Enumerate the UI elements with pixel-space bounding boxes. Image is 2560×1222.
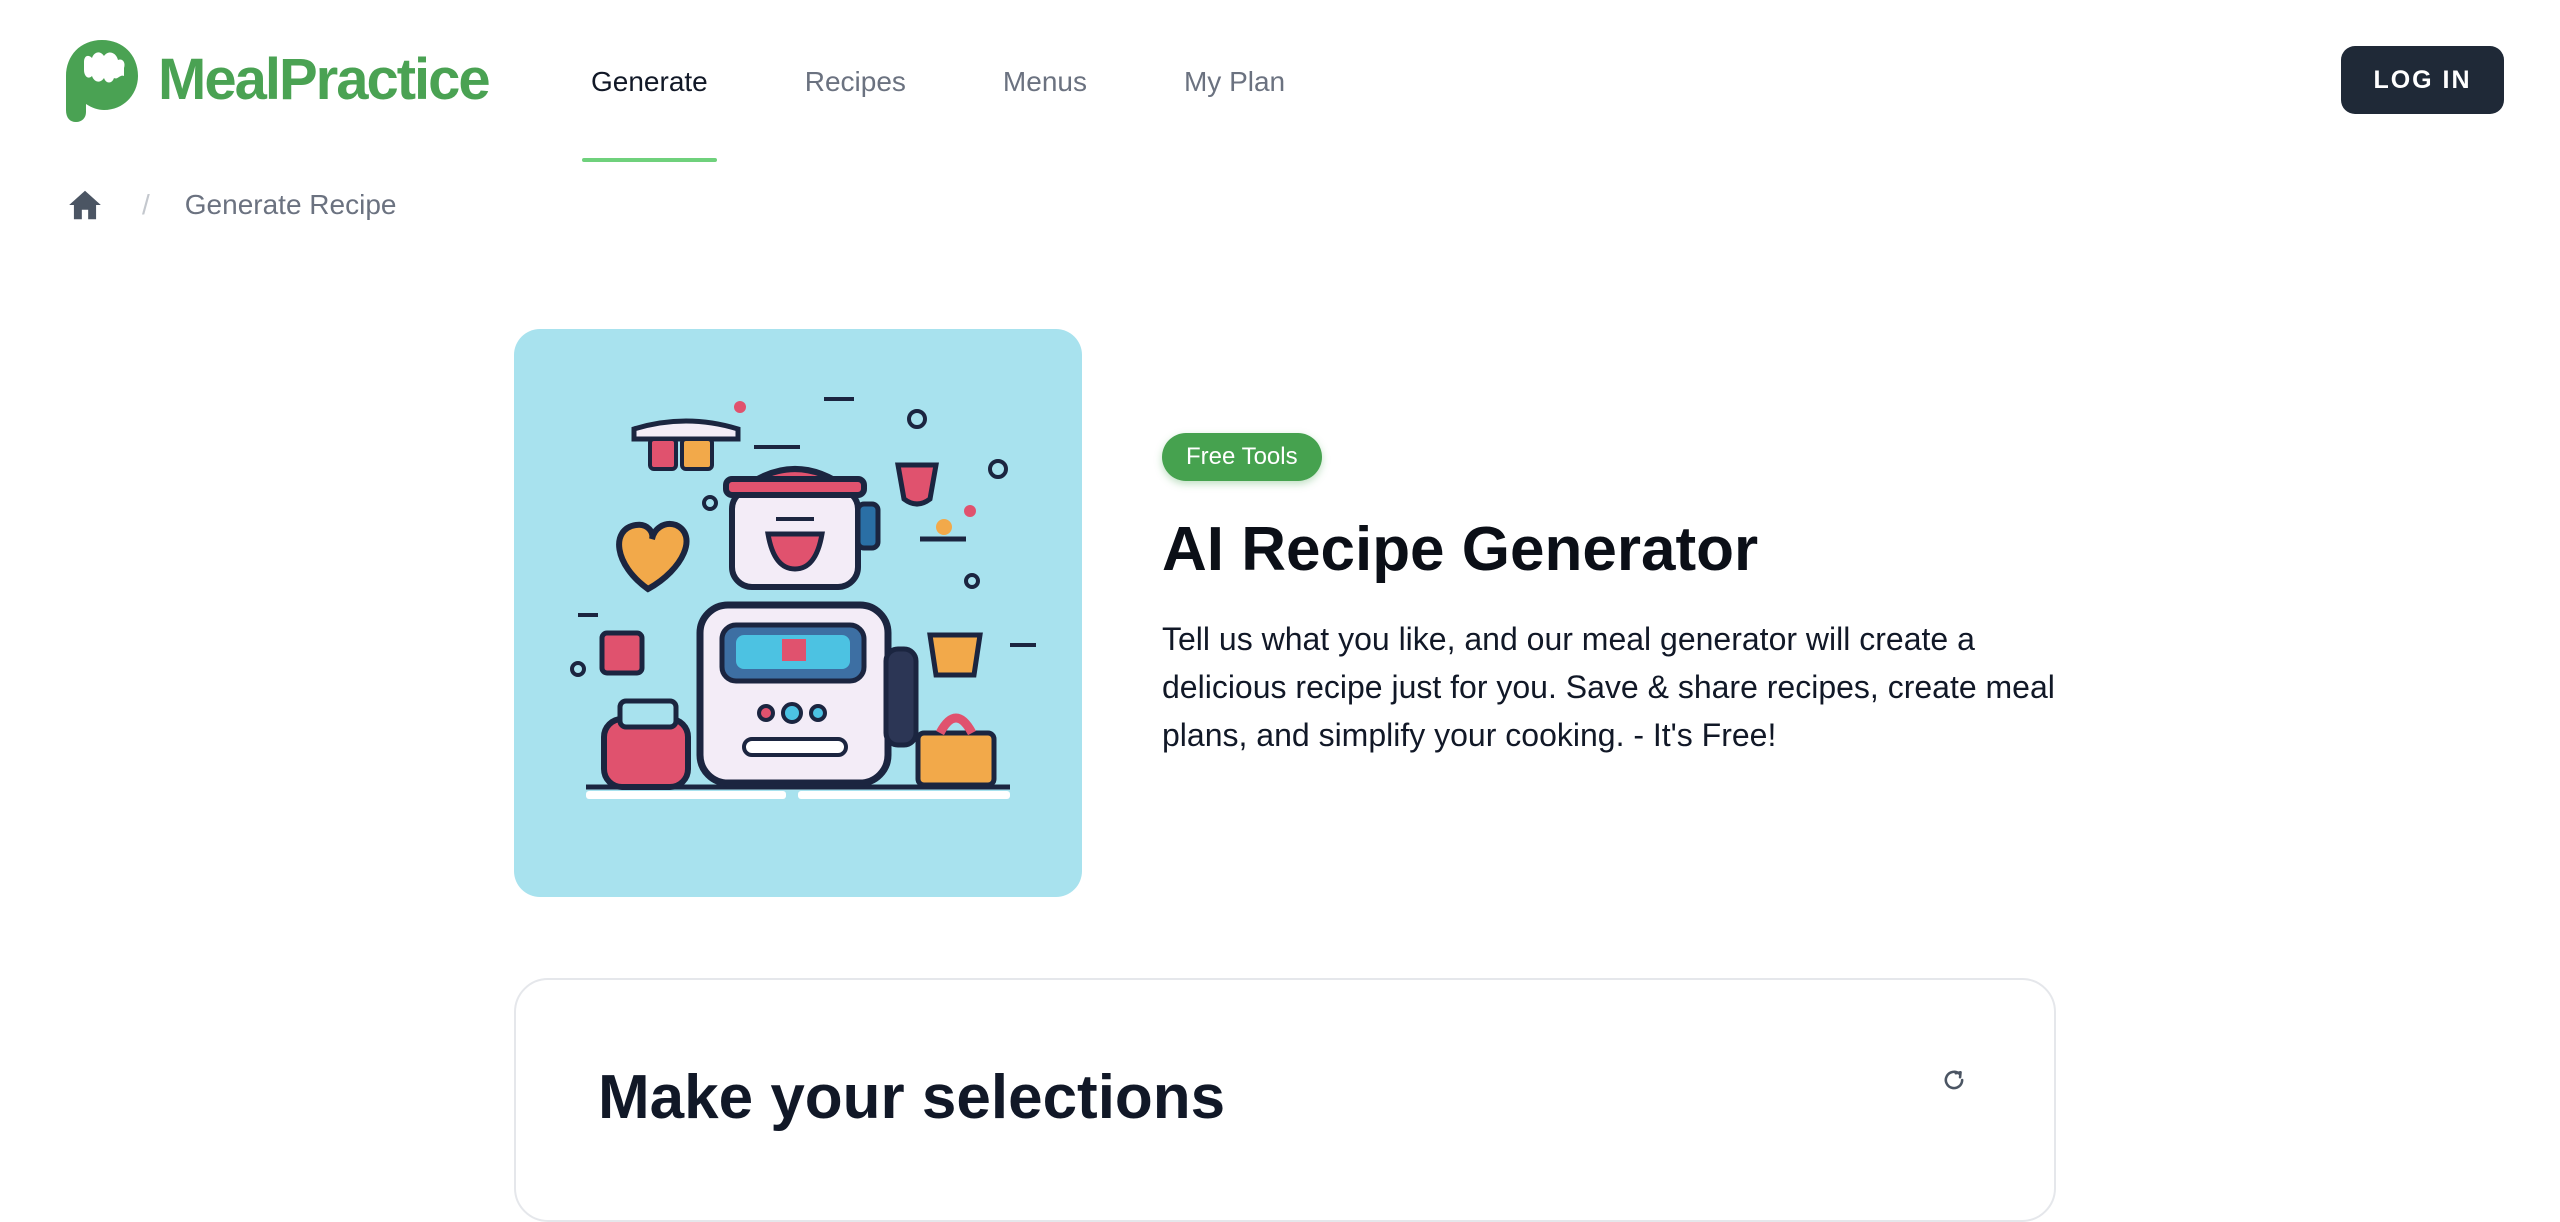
nav-item-generate[interactable]: Generate xyxy=(582,0,717,163)
refresh-icon[interactable] xyxy=(1940,1066,1968,1094)
brand-name: MealPractice xyxy=(158,47,491,112)
brand-logo-link[interactable]: MealPractice xyxy=(62,36,491,124)
main-nav: Generate Recipes Menus My Plan xyxy=(582,0,1373,163)
nav-item-my-plan[interactable]: My Plan xyxy=(1175,0,1294,163)
robot-kitchen-illustration xyxy=(570,397,1036,799)
mealpractice-logo-icon xyxy=(66,40,138,122)
selections-card: Make your selections xyxy=(514,978,2056,1222)
selections-title: Make your selections xyxy=(598,1063,1226,1132)
hero-illustration xyxy=(514,329,1082,897)
page-title: AI Recipe Generator xyxy=(1162,515,1759,584)
free-tools-badge: Free Tools xyxy=(1162,433,1322,481)
nav-item-recipes[interactable]: Recipes xyxy=(796,0,915,163)
breadcrumb-separator: / xyxy=(142,189,150,220)
hero-description: Tell us what you like, and our meal gene… xyxy=(1162,621,2055,753)
login-button[interactable]: LOG IN xyxy=(2341,46,2504,114)
breadcrumb: / Generate Recipe xyxy=(66,185,396,225)
breadcrumb-current: Generate Recipe xyxy=(184,189,397,220)
nav-item-menus[interactable]: Menus xyxy=(994,0,1096,163)
site-header: MealPractice Generate Recipes Menus My P… xyxy=(0,0,2560,163)
home-icon[interactable] xyxy=(66,186,104,224)
